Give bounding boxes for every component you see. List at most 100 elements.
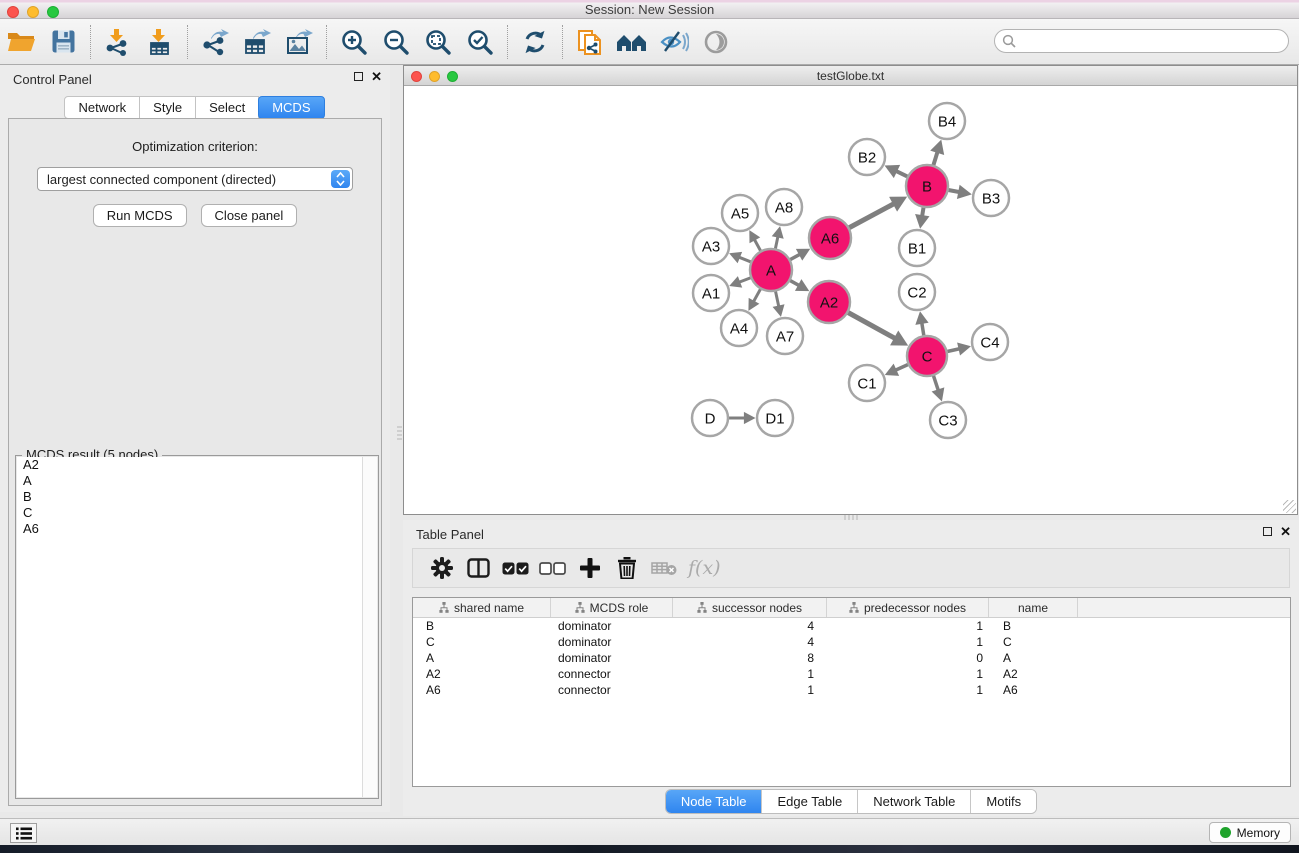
result-item[interactable]: A2 [17, 457, 377, 473]
cell-name[interactable]: A [989, 650, 1078, 666]
cell-MCDS-role[interactable]: dominator [551, 650, 673, 666]
tab-mcds[interactable]: MCDS [258, 96, 324, 119]
edge-arrowhead [915, 311, 928, 325]
column-header-MCDS-role[interactable]: MCDS role [551, 598, 673, 617]
cell-shared-name[interactable]: B [413, 618, 551, 634]
export-table-button[interactable] [236, 22, 278, 62]
cell-shared-name[interactable]: A2 [413, 666, 551, 682]
delete-table-button[interactable] [645, 551, 682, 585]
cell-name[interactable]: B [989, 618, 1078, 634]
table-row[interactable]: Bdominator41B [413, 618, 1290, 634]
delete-columns-button[interactable] [608, 551, 645, 585]
close-panel-icon[interactable]: ✕ [1280, 527, 1291, 536]
result-item[interactable]: A [17, 473, 377, 489]
mcds-result-list[interactable]: A2ABCA6 [17, 457, 377, 797]
run-mcds-button[interactable]: Run MCDS [93, 204, 187, 227]
result-item[interactable]: A6 [17, 521, 377, 537]
first-neighbors-button[interactable] [611, 22, 653, 62]
cell-successor-nodes[interactable]: 1 [673, 666, 827, 682]
export-image-button[interactable] [278, 22, 320, 62]
refresh-layout-button[interactable] [514, 22, 556, 62]
cell-predecessor-nodes[interactable]: 1 [827, 634, 989, 650]
zoom-fit-icon [424, 28, 452, 56]
cell-successor-nodes[interactable]: 4 [673, 634, 827, 650]
open-session-button[interactable] [0, 22, 42, 62]
optimization-criterion-select[interactable]: largest connected component (directed) [37, 167, 353, 191]
column-header-name[interactable]: name [989, 598, 1078, 617]
toolbar-separator [187, 25, 188, 59]
cell-name[interactable]: A2 [989, 666, 1078, 682]
cell-successor-nodes[interactable]: 8 [673, 650, 827, 666]
result-item[interactable]: C [17, 505, 377, 521]
cell-shared-name[interactable]: C [413, 634, 551, 650]
zoom-fit-button[interactable] [417, 22, 459, 62]
network-canvas[interactable]: AA1A2A3A4A5A6A7A8BB1B2B3B4CC1C2C3C4DD1 [404, 87, 1297, 514]
search-field[interactable] [994, 29, 1289, 53]
function-builder-button[interactable]: f(x) [688, 557, 721, 579]
tab-edge-table[interactable]: Edge Table [761, 790, 857, 813]
close-panel-icon[interactable]: ✕ [371, 72, 382, 81]
cell-name[interactable]: C [989, 634, 1078, 650]
column-header-predecessor-nodes[interactable]: predecessor nodes [827, 598, 989, 617]
table-row[interactable]: Cdominator41C [413, 634, 1290, 650]
result-scrollbar[interactable] [362, 457, 377, 797]
table-row[interactable]: A6connector11A6 [413, 682, 1290, 698]
select-all-columns-button[interactable] [497, 551, 534, 585]
table-row[interactable]: A2connector11A2 [413, 666, 1290, 682]
cell-predecessor-nodes[interactable]: 1 [827, 618, 989, 634]
table-row[interactable]: Adominator80A [413, 650, 1290, 666]
show-graphics-details-button[interactable] [695, 22, 737, 62]
cell-successor-nodes[interactable]: 4 [673, 618, 827, 634]
table-settings-button[interactable] [423, 551, 460, 585]
cell-MCDS-role[interactable]: connector [551, 682, 673, 698]
save-session-button[interactable] [42, 22, 84, 62]
show-panels-button[interactable] [10, 823, 37, 843]
search-input[interactable] [1020, 34, 1288, 48]
tab-node-table[interactable]: Node Table [666, 790, 762, 813]
cell-shared-name[interactable]: A [413, 650, 551, 666]
column-header-shared-name[interactable]: shared name [413, 598, 551, 617]
resize-grip[interactable] [1283, 500, 1296, 513]
cell-MCDS-role[interactable]: connector [551, 666, 673, 682]
splitter-handle[interactable] [397, 426, 402, 442]
cell-predecessor-nodes[interactable]: 1 [827, 682, 989, 698]
cell-predecessor-nodes[interactable]: 0 [827, 650, 989, 666]
import-network-button[interactable] [97, 22, 139, 62]
table-toolbar: f(x) [412, 548, 1290, 588]
cell-MCDS-role[interactable]: dominator [551, 618, 673, 634]
float-panel-icon[interactable] [1263, 527, 1272, 536]
refresh-layout-icon [522, 29, 548, 55]
zoom-selected-button[interactable] [459, 22, 501, 62]
tab-network-table[interactable]: Network Table [857, 790, 970, 813]
cell-successor-nodes[interactable]: 1 [673, 682, 827, 698]
tab-network[interactable]: Network [64, 96, 140, 119]
memory-button[interactable]: Memory [1209, 822, 1291, 843]
zoom-out-button[interactable] [375, 22, 417, 62]
export-network-button[interactable] [194, 22, 236, 62]
result-item[interactable]: B [17, 489, 377, 505]
unselect-all-columns-button[interactable] [534, 551, 571, 585]
close-panel-button[interactable]: Close panel [201, 204, 298, 227]
cell-MCDS-role[interactable]: dominator [551, 634, 673, 650]
tab-style[interactable]: Style [139, 96, 196, 119]
create-column-button[interactable] [571, 551, 608, 585]
toolbar-separator [507, 25, 508, 59]
cell-name[interactable]: A6 [989, 682, 1078, 698]
zoom-in-button[interactable] [333, 22, 375, 62]
cell-shared-name[interactable]: A6 [413, 682, 551, 698]
duplicate-network-button[interactable] [569, 22, 611, 62]
column-header-successor-nodes[interactable]: successor nodes [673, 598, 827, 617]
control-panel-title: Control Panel [13, 72, 92, 87]
node-label-D1: D1 [765, 410, 784, 427]
network-window-titlebar[interactable]: testGlobe.txt [404, 66, 1297, 86]
cell-predecessor-nodes[interactable]: 1 [827, 666, 989, 682]
tab-motifs[interactable]: Motifs [970, 790, 1036, 813]
show-column-button[interactable] [460, 551, 497, 585]
node-label-B2: B2 [858, 149, 876, 166]
import-table-button[interactable] [139, 22, 181, 62]
node-table[interactable]: shared nameMCDS rolesuccessor nodesprede… [412, 597, 1291, 787]
tab-select[interactable]: Select [195, 96, 259, 119]
network-graph[interactable]: AA1A2A3A4A5A6A7A8BB1B2B3B4CC1C2C3C4DD1 [404, 87, 1297, 514]
hide-graphics-details-button[interactable] [653, 22, 695, 62]
float-panel-icon[interactable] [354, 72, 363, 81]
